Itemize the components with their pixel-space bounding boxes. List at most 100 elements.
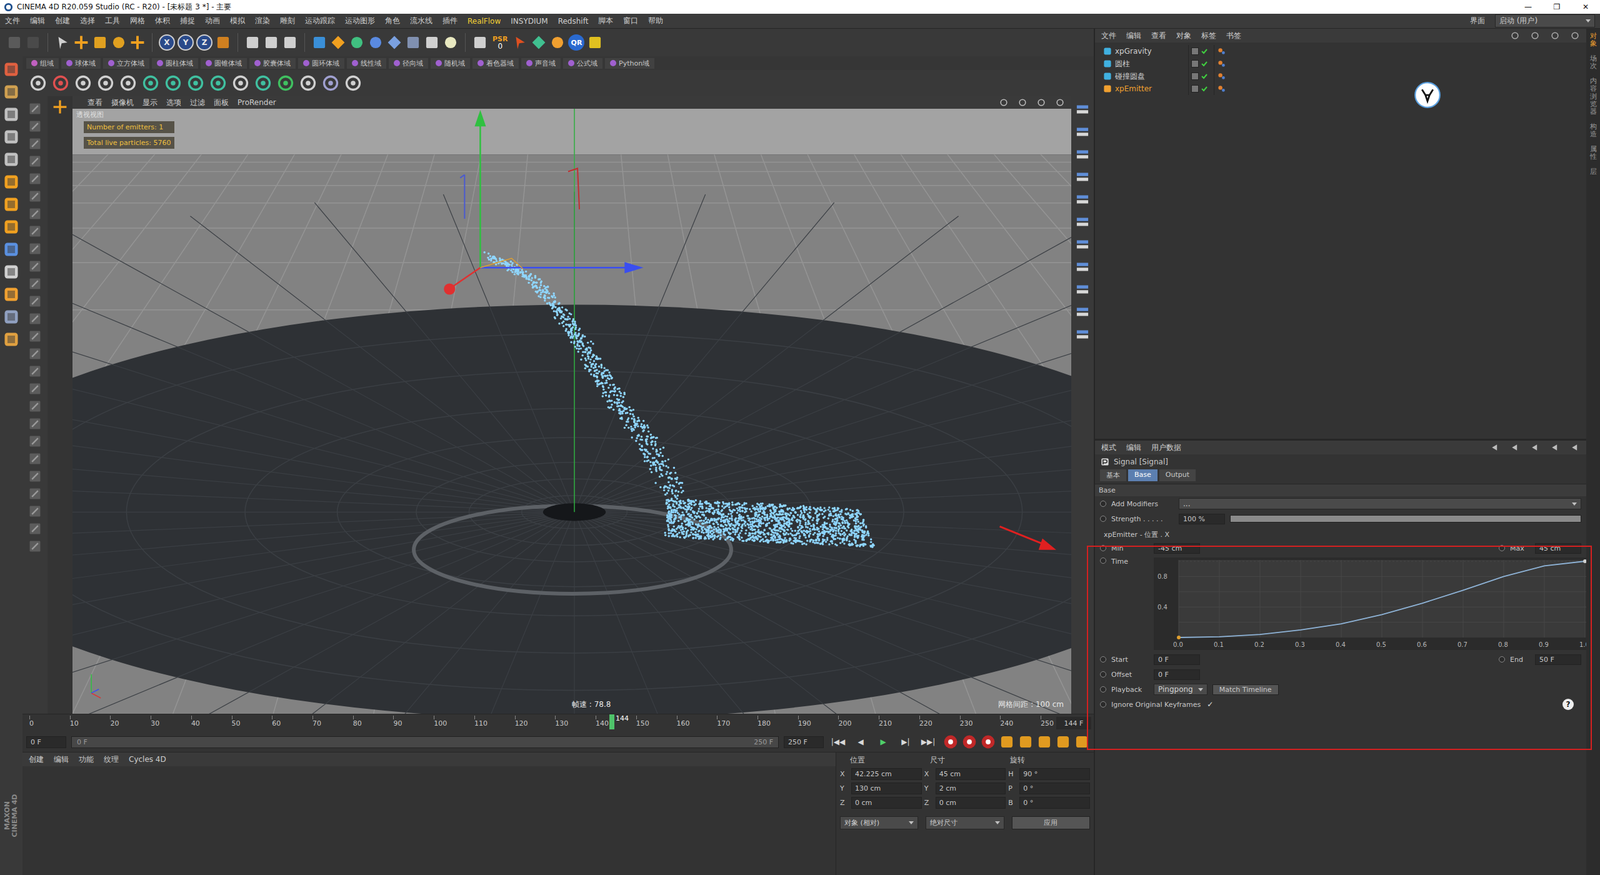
tool-icon[interactable] [27,433,43,449]
mode-tool-icon[interactable] [1,150,21,169]
mode-tool-icon[interactable] [1,217,21,237]
tool-icon[interactable] [27,363,43,379]
menu-item[interactable]: 捕捉 [180,15,195,27]
toolbar-tool-icon[interactable] [442,34,459,51]
toolbar-tool-icon[interactable] [405,34,422,51]
toolbar-tool-icon[interactable] [244,34,261,51]
field-button[interactable]: 球体域 [61,58,101,69]
layout-dropdown[interactable]: 启动 (用户) [1495,14,1595,28]
toolbar-tool-icon[interactable] [73,34,90,51]
toolbar-tool-icon[interactable] [386,34,403,51]
axis-lock-button[interactable]: X [158,34,175,51]
tool-icon[interactable] [27,171,43,187]
field-button[interactable]: 径向域 [388,58,429,69]
viewport-menu-item[interactable]: 面板 [213,97,229,109]
toolbar-tool-icon[interactable] [263,34,280,51]
field-button[interactable]: 组域 [26,58,59,69]
menu-item[interactable]: 体积 [155,15,170,27]
tool-icon[interactable] [27,521,43,537]
toolbar-tool-icon[interactable] [511,34,529,51]
field-button[interactable]: 胶囊体域 [249,58,296,69]
toolbar-tool-icon[interactable] [330,34,347,51]
tool-icon[interactable] [298,73,318,93]
menu-item[interactable]: Redshift [558,16,589,26]
tool-icon[interactable] [27,206,43,222]
tool-icon[interactable] [27,136,43,152]
mode-tool-icon[interactable] [1,262,21,282]
viewport-nav-icon[interactable] [998,97,1009,108]
psr-button[interactable]: PSR0 [490,34,510,52]
menu-item[interactable]: 模拟 [230,15,245,27]
menu-item[interactable]: 渲染 [255,15,270,27]
toolbar-tool-icon[interactable] [110,34,127,51]
viewport-menu-item[interactable]: ProRender [237,98,277,107]
viewport-menu-item[interactable]: 选项 [166,97,182,109]
toolbar-tool-icon[interactable] [530,34,547,51]
tool-icon[interactable] [27,416,43,432]
tool-icon[interactable] [27,486,43,502]
field-button[interactable]: 圆锥体域 [200,58,247,69]
mode-tool-icon[interactable] [1,195,21,214]
field-button[interactable]: 圆柱体域 [151,58,199,69]
mode-tool-icon[interactable] [1,307,21,327]
toolbar-tool-icon[interactable] [423,34,440,51]
toolbar-tool-icon[interactable] [25,34,42,51]
toolbar-tool-icon[interactable] [129,34,146,51]
tool-icon[interactable] [141,73,160,93]
viewport-nav-icon[interactable] [1036,97,1047,108]
mode-tool-icon[interactable] [1,82,21,102]
tool-icon[interactable] [27,258,43,274]
axis-lock-button[interactable]: Z [196,34,213,51]
tool-icon[interactable] [186,73,205,93]
tool-icon[interactable] [118,73,138,93]
tool-icon[interactable] [96,73,115,93]
menu-item[interactable]: INSYDIUM [510,16,548,26]
viewport-menu-item[interactable]: 显示 [142,97,158,109]
menu-item[interactable]: 运动图形 [345,15,375,27]
field-button[interactable]: 声音域 [521,58,561,69]
toolbar-tool-icon[interactable] [281,34,299,51]
qr-button[interactable]: QR [568,34,585,51]
field-button[interactable]: 着色器域 [472,58,519,69]
menu-item[interactable]: 动画 [205,15,220,27]
tool-icon[interactable] [276,73,295,93]
field-button[interactable]: 线性域 [346,58,387,69]
field-button[interactable]: 随机域 [430,58,470,69]
mode-tool-icon[interactable] [1,240,21,259]
menu-item[interactable]: 选择 [80,15,95,27]
tool-icon[interactable] [231,73,250,93]
menu-item[interactable]: 工具 [105,15,120,27]
menu-item[interactable]: 帮助 [648,15,664,27]
axis-lock-button[interactable]: Y [177,34,194,51]
tool-icon[interactable] [253,73,273,93]
tool-icon[interactable] [27,188,43,204]
tool-icon[interactable] [73,73,93,93]
tool-icon[interactable] [27,311,43,327]
menu-item[interactable]: 雕刻 [280,15,295,27]
tool-icon[interactable] [27,153,43,169]
tool-icon[interactable] [27,293,43,309]
viewport-canvas[interactable]: 透视视图Number of emitters: 1Total live part… [72,108,1072,714]
tool-icon[interactable] [321,73,340,93]
mode-tool-icon[interactable] [1,105,21,124]
add-icon[interactable] [51,98,69,115]
field-button[interactable]: 圆环体域 [298,58,345,69]
tool-icon[interactable] [27,538,43,554]
viewport-menu-item[interactable]: 摄像机 [111,97,134,109]
field-button[interactable]: 公式域 [563,58,603,69]
menu-item[interactable]: 运动跟踪 [305,15,335,27]
toolbar-tool-icon[interactable] [348,34,365,51]
tool-icon[interactable] [208,73,228,93]
toolbar-tool-icon[interactable] [215,34,232,51]
tool-icon[interactable] [27,381,43,397]
menu-item[interactable]: 编辑 [30,15,45,27]
tool-icon[interactable] [27,346,43,362]
mode-tool-icon[interactable] [1,127,21,147]
toolbar-tool-icon[interactable] [549,34,566,51]
menu-item[interactable]: 窗口 [623,15,639,27]
viewport-nav-icon[interactable] [1017,97,1028,108]
mode-tool-icon[interactable] [1,60,21,79]
toolbar-tool-icon[interactable] [367,34,384,51]
menu-item[interactable]: 脚本 [598,15,614,27]
tool-icon[interactable] [27,468,43,484]
